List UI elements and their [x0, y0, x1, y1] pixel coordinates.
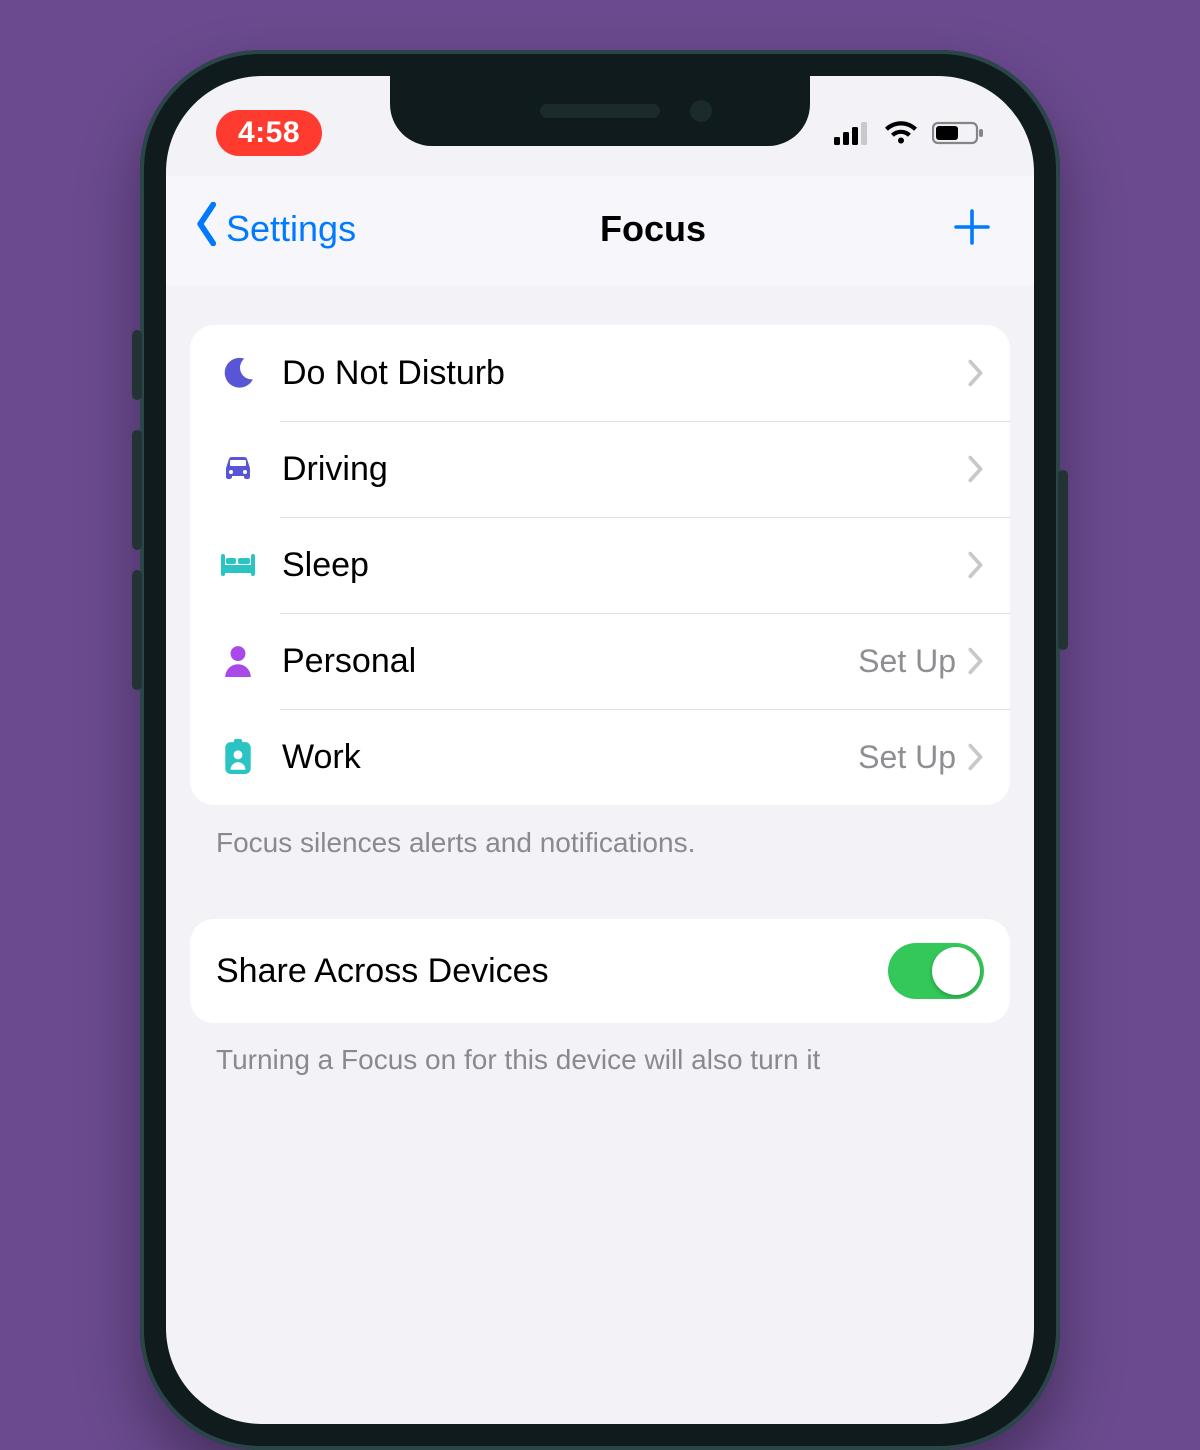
share-group: Share Across Devices: [190, 919, 1010, 1023]
bed-icon: [216, 552, 260, 578]
cellular-icon: [834, 121, 870, 145]
focus-row-trailing: Set Up: [858, 739, 968, 776]
chevron-right-icon: [968, 359, 984, 387]
share-label: Share Across Devices: [216, 952, 549, 991]
power-button: [1058, 470, 1068, 650]
back-button[interactable]: Settings: [194, 202, 356, 255]
side-button: [132, 330, 142, 400]
share-footer-note: Turning a Focus on for this device will …: [190, 1023, 1010, 1079]
car-icon: [216, 454, 260, 484]
focus-row-driving[interactable]: Driving: [190, 421, 1010, 517]
chevron-right-icon: [968, 647, 984, 675]
focus-row-label: Do Not Disturb: [260, 354, 956, 393]
share-across-devices-row: Share Across Devices: [190, 919, 1010, 1023]
group-footer-note: Focus silences alerts and notifications.: [190, 805, 1010, 859]
badge-icon: [216, 739, 260, 775]
back-label: Settings: [226, 208, 356, 250]
share-toggle[interactable]: [888, 943, 984, 999]
chevron-right-icon: [968, 743, 984, 771]
person-icon: [216, 644, 260, 678]
focus-row-trailing: Set Up: [858, 643, 968, 680]
recording-time-pill[interactable]: 4:58: [216, 110, 322, 156]
focus-row-label: Sleep: [260, 546, 956, 585]
battery-icon: [932, 121, 984, 145]
screen: 4:58: [166, 76, 1034, 1424]
focus-modes-group: Do Not Disturb Driving: [190, 325, 1010, 805]
chevron-left-icon: [194, 202, 222, 255]
volume-down-button: [132, 570, 142, 690]
chevron-right-icon: [968, 455, 984, 483]
focus-row-work[interactable]: Work Set Up: [190, 709, 1010, 805]
notch: [390, 76, 810, 146]
wifi-icon: [884, 121, 918, 145]
focus-row-dnd[interactable]: Do Not Disturb: [190, 325, 1010, 421]
chevron-right-icon: [968, 551, 984, 579]
page-title: Focus: [600, 208, 706, 250]
add-button[interactable]: [950, 204, 994, 254]
volume-up-button: [132, 430, 142, 550]
nav-bar: Settings Focus: [166, 176, 1034, 285]
toggle-knob: [932, 947, 980, 995]
focus-row-personal[interactable]: Personal Set Up: [190, 613, 1010, 709]
phone-frame: 4:58: [140, 50, 1060, 1450]
focus-row-label: Personal: [260, 642, 858, 681]
focus-row-label: Work: [260, 738, 858, 777]
focus-row-label: Driving: [260, 450, 956, 489]
content: Do Not Disturb Driving: [166, 285, 1034, 1079]
focus-row-sleep[interactable]: Sleep: [190, 517, 1010, 613]
status-icons: [834, 121, 984, 145]
moon-icon: [216, 356, 260, 390]
